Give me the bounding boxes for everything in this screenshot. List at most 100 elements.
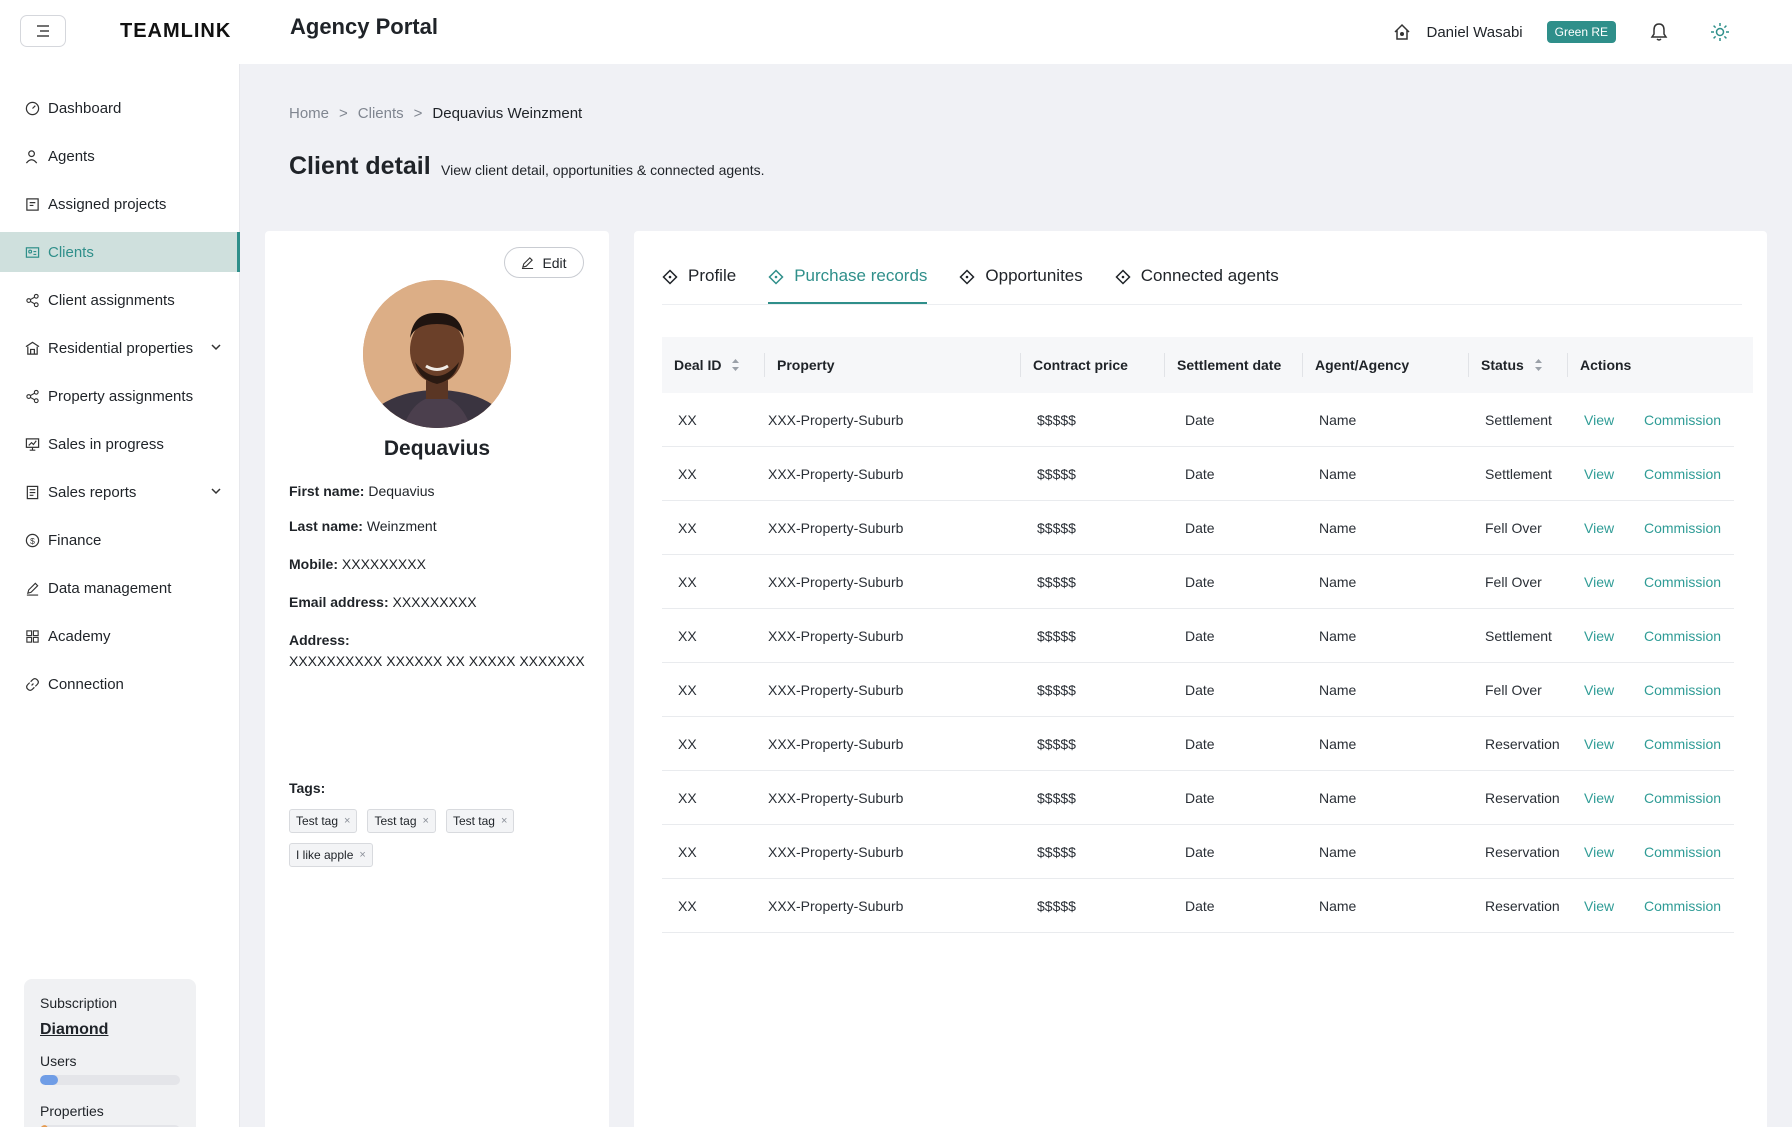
menu-toggle-button[interactable] bbox=[20, 15, 66, 47]
commission-link[interactable]: Commission bbox=[1630, 628, 1734, 644]
deal-id-cell: XX bbox=[678, 789, 697, 806]
user-name[interactable]: Daniel Wasabi bbox=[1426, 24, 1522, 41]
email-field: Email address: XXXXXXXXX bbox=[289, 594, 477, 610]
sidebar-item-label: Client assignments bbox=[48, 291, 175, 309]
column-header-agent: Agent/Agency bbox=[1303, 337, 1469, 393]
address-label: Address: bbox=[289, 632, 350, 648]
table-row: XX XXX-Property-Suburb $$$$$ Date Name S… bbox=[662, 609, 1734, 663]
deal-id-cell: XX bbox=[678, 465, 697, 482]
tab-label: Opportunites bbox=[985, 266, 1083, 285]
table-row: XX XXX-Property-Suburb $$$$$ Date Name R… bbox=[662, 825, 1734, 879]
column-label: Contract price bbox=[1033, 357, 1128, 373]
subscription-plan-link[interactable]: Diamond bbox=[40, 1021, 180, 1039]
commission-link[interactable]: Commission bbox=[1630, 412, 1734, 428]
view-link[interactable]: View bbox=[1568, 520, 1630, 536]
share-icon bbox=[24, 292, 40, 308]
status-cell: Reservation bbox=[1485, 843, 1560, 860]
chevron-down-icon[interactable] bbox=[210, 340, 222, 357]
status-cell: Fell Over bbox=[1485, 681, 1542, 698]
client-display-name: Dequavius bbox=[383, 437, 491, 460]
projects-icon bbox=[24, 196, 40, 212]
tab-opportunities[interactable]: Opportunites bbox=[959, 266, 1083, 304]
commission-link[interactable]: Commission bbox=[1630, 574, 1734, 590]
close-icon[interactable]: × bbox=[359, 849, 365, 861]
share-icon bbox=[24, 388, 40, 404]
sidebar-item-client-assignments[interactable]: Client assignments bbox=[0, 280, 240, 320]
sidebar-item-finance[interactable]: $ Finance bbox=[0, 520, 240, 560]
sidebar-item-connection[interactable]: Connection bbox=[0, 664, 240, 704]
sidebar-item-property-assignments[interactable]: Property assignments bbox=[0, 376, 240, 416]
table-row: XX XXX-Property-Suburb $$$$$ Date Name F… bbox=[662, 555, 1734, 609]
settlement-date-cell: Date bbox=[1185, 735, 1215, 752]
sun-icon[interactable] bbox=[1710, 22, 1730, 42]
sidebar-item-label: Sales reports bbox=[48, 483, 137, 501]
sort-icon[interactable] bbox=[731, 358, 740, 372]
chevron-down-icon[interactable] bbox=[210, 484, 222, 501]
sidebar-item-agents[interactable]: Agents bbox=[0, 136, 240, 176]
view-link[interactable]: View bbox=[1568, 682, 1630, 698]
breadcrumb-home[interactable]: Home bbox=[289, 105, 329, 122]
tag-label: Test tag bbox=[452, 814, 495, 828]
sidebar-item-clients[interactable]: Clients bbox=[0, 232, 240, 272]
tab-purchase-records[interactable]: Purchase records bbox=[768, 266, 928, 304]
logo[interactable]: TEAMLINK bbox=[120, 20, 231, 43]
commission-link[interactable]: Commission bbox=[1630, 898, 1734, 914]
sidebar-item-label: Assigned projects bbox=[48, 195, 167, 213]
commission-link[interactable]: Commission bbox=[1630, 844, 1734, 860]
view-link[interactable]: View bbox=[1568, 628, 1630, 644]
tags-label: Tags: bbox=[289, 780, 326, 796]
sidebar-item-residential-properties[interactable]: Residential properties bbox=[0, 328, 240, 368]
view-link[interactable]: View bbox=[1568, 790, 1630, 806]
mobile-label: Mobile: bbox=[289, 556, 338, 572]
column-header-status[interactable]: Status bbox=[1469, 337, 1568, 393]
tab-connected-agents[interactable]: Connected agents bbox=[1115, 266, 1279, 304]
view-link[interactable]: View bbox=[1568, 898, 1630, 914]
commission-link[interactable]: Commission bbox=[1630, 466, 1734, 482]
close-icon[interactable]: × bbox=[344, 815, 350, 827]
tag: Test tag × bbox=[367, 809, 436, 833]
view-link[interactable]: View bbox=[1568, 736, 1630, 752]
sidebar-item-sales-reports[interactable]: Sales reports bbox=[0, 472, 240, 512]
top-bar: TEAMLINK Agency Portal Daniel Wasabi Gre… bbox=[0, 0, 1792, 64]
view-link[interactable]: View bbox=[1568, 844, 1630, 860]
sidebar-item-label: Finance bbox=[48, 531, 102, 549]
column-header-deal-id[interactable]: Deal ID bbox=[662, 337, 765, 393]
diamond-icon bbox=[768, 269, 784, 285]
sidebar-item-sales-in-progress[interactable]: Sales in progress bbox=[0, 424, 240, 464]
agent-cell: Name bbox=[1319, 681, 1357, 698]
sidebar-item-assigned-projects[interactable]: Assigned projects bbox=[0, 184, 240, 224]
agency-home-icon[interactable] bbox=[1392, 22, 1412, 42]
commission-link[interactable]: Commission bbox=[1630, 790, 1734, 806]
tab-profile[interactable]: Profile bbox=[662, 266, 736, 304]
sidebar-item-academy[interactable]: Academy bbox=[0, 616, 240, 656]
close-icon[interactable]: × bbox=[501, 815, 507, 827]
breadcrumb-clients[interactable]: Clients bbox=[358, 105, 404, 122]
org-badge[interactable]: Green RE bbox=[1546, 21, 1616, 43]
view-link[interactable]: View bbox=[1568, 412, 1630, 428]
view-link[interactable]: View bbox=[1568, 574, 1630, 590]
commission-link[interactable]: Commission bbox=[1630, 736, 1734, 752]
settlement-date-cell: Date bbox=[1185, 681, 1215, 698]
commission-link[interactable]: Commission bbox=[1630, 520, 1734, 536]
bell-icon[interactable] bbox=[1650, 22, 1668, 42]
tab-label: Connected agents bbox=[1140, 266, 1279, 285]
tab-label: Purchase records bbox=[794, 266, 928, 285]
users-label: Users bbox=[40, 1053, 77, 1069]
first-name-label: First name: bbox=[289, 483, 365, 499]
view-link[interactable]: View bbox=[1568, 466, 1630, 482]
status-cell: Fell Over bbox=[1485, 573, 1542, 590]
sidebar-item-dashboard[interactable]: Dashboard bbox=[0, 88, 240, 128]
property-cell: XXX-Property-Suburb bbox=[768, 735, 904, 752]
status-cell: Settlement bbox=[1485, 627, 1552, 644]
tabs-divider bbox=[662, 304, 1742, 305]
last-name-label: Last name: bbox=[289, 518, 363, 534]
sort-icon[interactable] bbox=[1534, 358, 1543, 372]
diamond-icon bbox=[1115, 269, 1131, 285]
deal-id-cell: XX bbox=[678, 735, 697, 752]
breadcrumb-current: Dequavius Weinzment bbox=[432, 105, 583, 122]
sidebar-item-data-management[interactable]: Data management bbox=[0, 568, 240, 608]
commission-link[interactable]: Commission bbox=[1630, 682, 1734, 698]
edit-button[interactable]: Edit bbox=[504, 247, 584, 278]
grid-icon bbox=[24, 628, 40, 644]
close-icon[interactable]: × bbox=[423, 815, 429, 827]
